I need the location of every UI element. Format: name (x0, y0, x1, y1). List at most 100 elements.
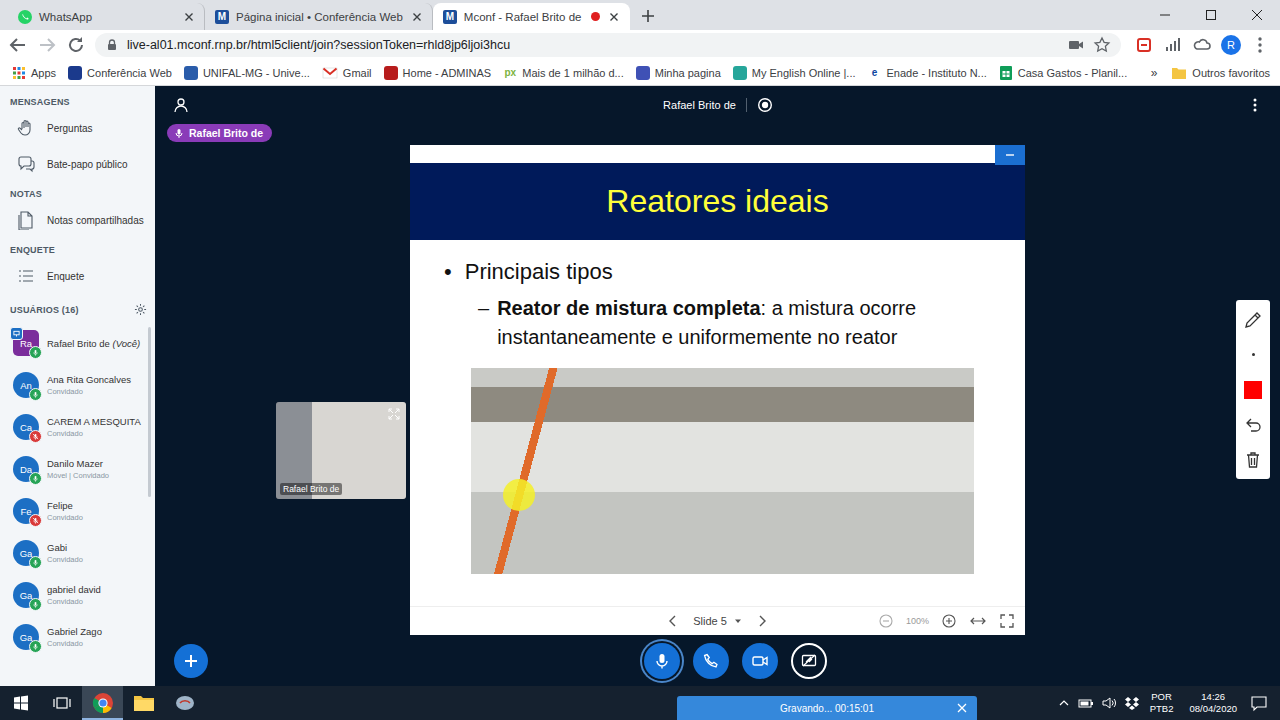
bookmark[interactable]: UNIFAL-MG - Unive... (180, 66, 314, 80)
chrome-taskbar-button[interactable] (82, 686, 123, 720)
apps-grid-icon (12, 66, 26, 80)
star-icon[interactable] (1093, 36, 1111, 54)
users-toggle-icon[interactable] (172, 96, 190, 114)
user-name: Danilo Mazer (47, 458, 109, 469)
sidebar-item[interactable]: Notas compartilhadas (0, 202, 155, 238)
options-icon[interactable] (1246, 96, 1264, 114)
forward-arrow-icon[interactable] (33, 31, 61, 59)
minimize-icon[interactable] (1142, 0, 1188, 30)
start-button[interactable] (0, 686, 41, 720)
camera-permission-icon[interactable] (1067, 36, 1085, 54)
close-tab-icon[interactable] (607, 10, 621, 24)
bookmark[interactable]: My English Online |... (729, 66, 860, 80)
close-tab-icon[interactable] (182, 10, 196, 24)
sidebar-item[interactable]: Perguntas (0, 110, 155, 146)
show-hidden-icons-icon[interactable] (1057, 696, 1071, 710)
screen-button[interactable] (791, 643, 827, 679)
close-window-icon[interactable] (1234, 0, 1280, 30)
bookmark-label: UNIFAL-MG - Unive... (203, 67, 310, 79)
phone-button[interactable] (693, 643, 729, 679)
user-row[interactable]: AnAna Rita GoncalvesConvidado (0, 364, 155, 406)
next-slide-icon[interactable] (754, 613, 770, 629)
profile-avatar[interactable]: R (1221, 35, 1241, 55)
clear-tool[interactable] (1236, 442, 1270, 477)
browser-tab[interactable]: WhatsApp (8, 3, 205, 30)
bookmark[interactable]: Minha pagina (632, 66, 725, 80)
section-title: MENSAGENS (0, 94, 155, 110)
muted-mic-icon (29, 430, 42, 443)
bookmark[interactable]: pxMais de 1 milhão d... (499, 67, 628, 79)
notifications-icon[interactable] (1250, 694, 1268, 712)
zoom-in-icon[interactable] (941, 613, 957, 629)
sheets-icon (999, 65, 1013, 81)
browser-menu-icon[interactable] (1246, 31, 1274, 59)
bookmark-label: Home - ADMINAS (403, 67, 492, 79)
maximize-icon[interactable] (1188, 0, 1234, 30)
bookmark[interactable]: Gmail (318, 66, 376, 80)
close-icon[interactable] (956, 702, 968, 714)
new-tab-icon[interactable] (638, 6, 658, 26)
app-taskbar-button[interactable] (164, 686, 205, 720)
date: 08/04/2020 (1189, 703, 1237, 715)
bookmark-label: Outros favoritos (1192, 67, 1270, 79)
recording-notification: Gravando... 00:15:01 (677, 696, 977, 720)
keyboard-language[interactable]: PORPTB2 (1147, 691, 1177, 715)
reload-icon[interactable] (62, 31, 90, 59)
user-info: gabriel davidConvidado (47, 584, 101, 606)
bookmark[interactable]: Conferência Web (64, 66, 176, 80)
task-view-taskbar-button[interactable] (41, 686, 82, 720)
microphone-icon (653, 652, 671, 670)
annotation-toolbar (1236, 300, 1270, 479)
minimize-presentation-button[interactable] (995, 145, 1025, 165)
browser-tab[interactable]: MMconf - Rafael Brito de (433, 3, 630, 30)
expand-icon[interactable] (387, 407, 401, 421)
bookmark[interactable]: Casa Gastos - Planil... (995, 65, 1131, 81)
dropbox-icon[interactable] (1124, 696, 1140, 710)
camera-button[interactable] (742, 643, 778, 679)
sidebar-item[interactable]: Enquete (0, 258, 155, 294)
user-row[interactable]: RaRafael Brito de (Você) (0, 322, 155, 364)
battery-icon[interactable] (1078, 696, 1094, 710)
pencil-tool[interactable] (1236, 302, 1270, 337)
previous-slide-icon[interactable] (665, 613, 681, 629)
user-info: CAREM A MESQUITAConvidado (47, 416, 141, 438)
back-arrow-icon[interactable] (4, 31, 32, 59)
webcam-thumbnail[interactable]: Rafael Brito de (276, 402, 406, 499)
clock[interactable]: 14:2608/04/2020 (1183, 691, 1243, 715)
scrollbar[interactable] (148, 327, 151, 497)
zoom-out-icon[interactable] (878, 613, 894, 629)
bookmark[interactable]: Apps (8, 66, 60, 80)
thickness-tool[interactable] (1236, 337, 1270, 372)
bookmark[interactable]: Home - ADMINAS (380, 66, 496, 80)
other-bookmarks[interactable]: Outros favoritos (1167, 66, 1274, 80)
mic-button[interactable] (644, 643, 680, 679)
actions-button[interactable] (174, 644, 208, 678)
user-row[interactable]: FeFelipeConvidado (0, 490, 155, 532)
sidebar-item[interactable]: Bate-papo público (0, 146, 155, 182)
gear-icon[interactable] (134, 303, 147, 316)
explorer-taskbar-button[interactable] (123, 686, 164, 720)
user-row[interactable]: CaCAREM A MESQUITAConvidado (0, 406, 155, 448)
address-bar[interactable]: live-al01.mconf.rnp.br/html5client/join?… (95, 33, 1121, 57)
color-tool[interactable] (1236, 372, 1270, 407)
fullscreen-icon[interactable] (999, 613, 1015, 629)
close-tab-icon[interactable] (410, 10, 424, 24)
fit-width-icon[interactable] (969, 613, 987, 629)
mic-icon (29, 640, 42, 653)
user-row[interactable]: Gagabriel davidConvidado (0, 574, 155, 616)
slide-selector[interactable]: Slide 5 (693, 615, 742, 627)
bookmark[interactable]: eEnade - Instituto N... (864, 67, 991, 79)
more-bookmarks[interactable]: » (1145, 66, 1164, 80)
volume-icon[interactable] (1101, 696, 1117, 710)
undo-tool[interactable] (1236, 407, 1270, 442)
trash-icon (1243, 450, 1263, 470)
user-row[interactable]: GaGabiConvidado (0, 532, 155, 574)
extension-shield-icon[interactable] (1130, 31, 1158, 59)
browser-tab[interactable]: MPágina inicial • Conferência Web (205, 3, 433, 30)
user-row[interactable]: GaGabriel ZagoConvidado (0, 616, 155, 658)
color-swatch-icon (1244, 381, 1262, 399)
extension-cloud-icon[interactable] (1188, 31, 1216, 59)
extension-chart-icon[interactable] (1159, 31, 1187, 59)
user-row[interactable]: DaDanilo MazerMóvel | Convidado (0, 448, 155, 490)
record-icon[interactable] (757, 97, 773, 113)
